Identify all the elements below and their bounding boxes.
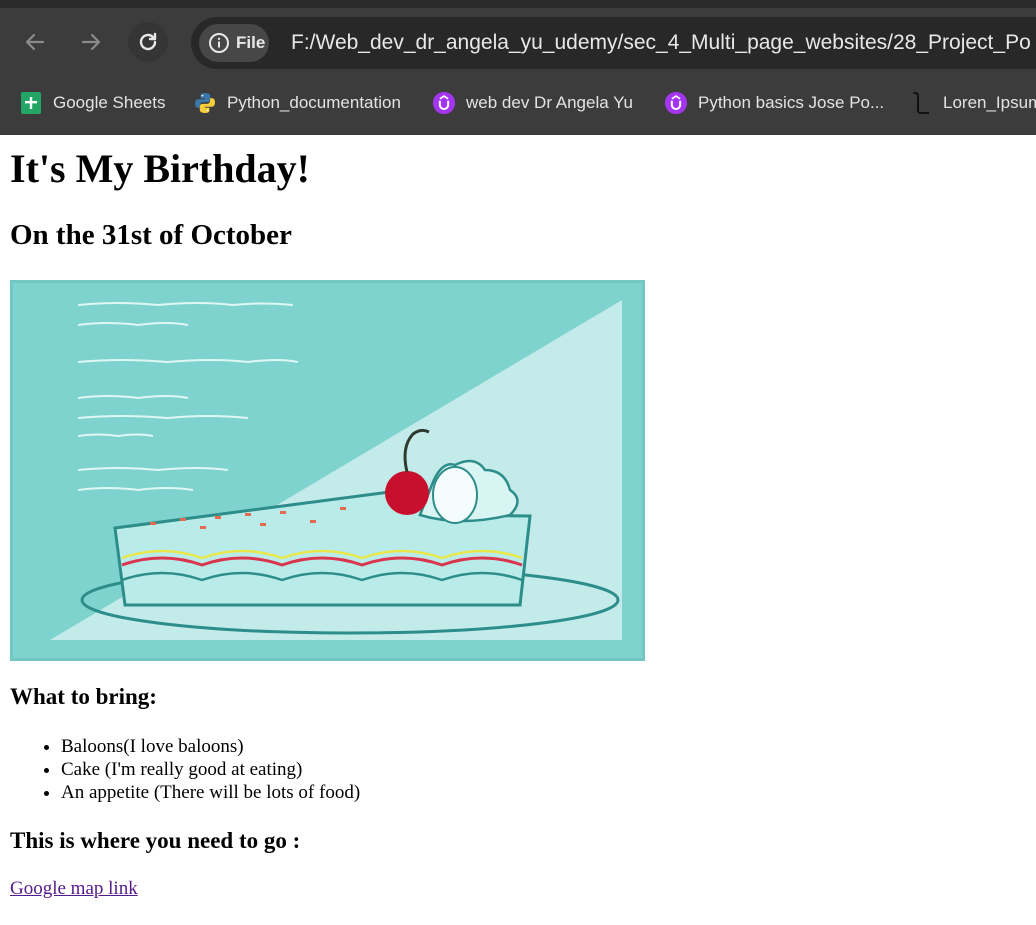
bookmark-label: Python_documentation <box>227 93 401 112</box>
bookmark-label: Python basics Jose Po... <box>698 93 885 112</box>
bookmark-python-basics[interactable]: Python basics Jose Po... <box>664 87 884 119</box>
url-text[interactable]: F:/Web_dev_dr_angela_yu_udemy/sec_4_Mult… <box>291 31 1031 55</box>
bookmark-web-dev-angela-yu[interactable]: web dev Dr Angela Yu <box>432 87 633 119</box>
bookmark-label: Loren_Ipsum <box>943 93 1036 112</box>
bookmark-label: Google Sheets <box>53 93 166 112</box>
tab-strip <box>0 0 1036 8</box>
arrow-left-icon <box>25 33 45 51</box>
bring-heading: What to bring: <box>10 684 157 709</box>
bookmarks-bar: Google Sheets Python_documentation web d… <box>0 83 1036 123</box>
page-content: It's My Birthday! On the 31st of October <box>0 135 1036 925</box>
list-item: Cake (I'm really good at eating) <box>61 758 360 781</box>
udemy-icon <box>664 91 688 115</box>
list-item: An appetite (There will be lots of food) <box>61 781 360 804</box>
browser-chrome: File F:/Web_dev_dr_angela_yu_udemy/sec_4… <box>0 0 1036 135</box>
birthday-cake-image <box>7 277 648 664</box>
udemy-icon <box>432 91 456 115</box>
page-subtitle: On the 31st of October <box>10 219 292 251</box>
site-info-label: File <box>236 33 266 52</box>
list-item: Baloons(I love baloons) <box>61 735 360 758</box>
page-title: It's My Birthday! <box>10 146 310 191</box>
python-icon <box>193 91 217 115</box>
directions-heading: This is where you need to go : <box>10 828 301 853</box>
back-button[interactable] <box>15 22 55 62</box>
bookmark-label: web dev Dr Angela Yu <box>466 93 633 112</box>
address-bar[interactable]: File F:/Web_dev_dr_angela_yu_udemy/sec_4… <box>191 17 1036 69</box>
google-map-link[interactable]: Google map link <box>10 878 138 900</box>
bookmark-python-documentation[interactable]: Python_documentation <box>193 87 401 119</box>
forward-button[interactable] <box>71 22 111 62</box>
reload-icon <box>139 32 157 51</box>
arrow-right-icon <box>81 33 101 51</box>
bookmark-loren-ipsum[interactable]: Loren_Ipsum <box>909 87 1036 119</box>
site-info-chip[interactable]: File <box>199 24 269 62</box>
bookmark-google-sheets[interactable]: Google Sheets <box>19 87 165 119</box>
reload-button[interactable] <box>128 22 168 62</box>
lorem-ipsum-icon <box>909 91 933 115</box>
info-icon <box>209 33 229 53</box>
google-sheets-icon <box>19 91 43 115</box>
bring-list: Baloons(I love baloons) Cake (I'm really… <box>0 735 360 804</box>
